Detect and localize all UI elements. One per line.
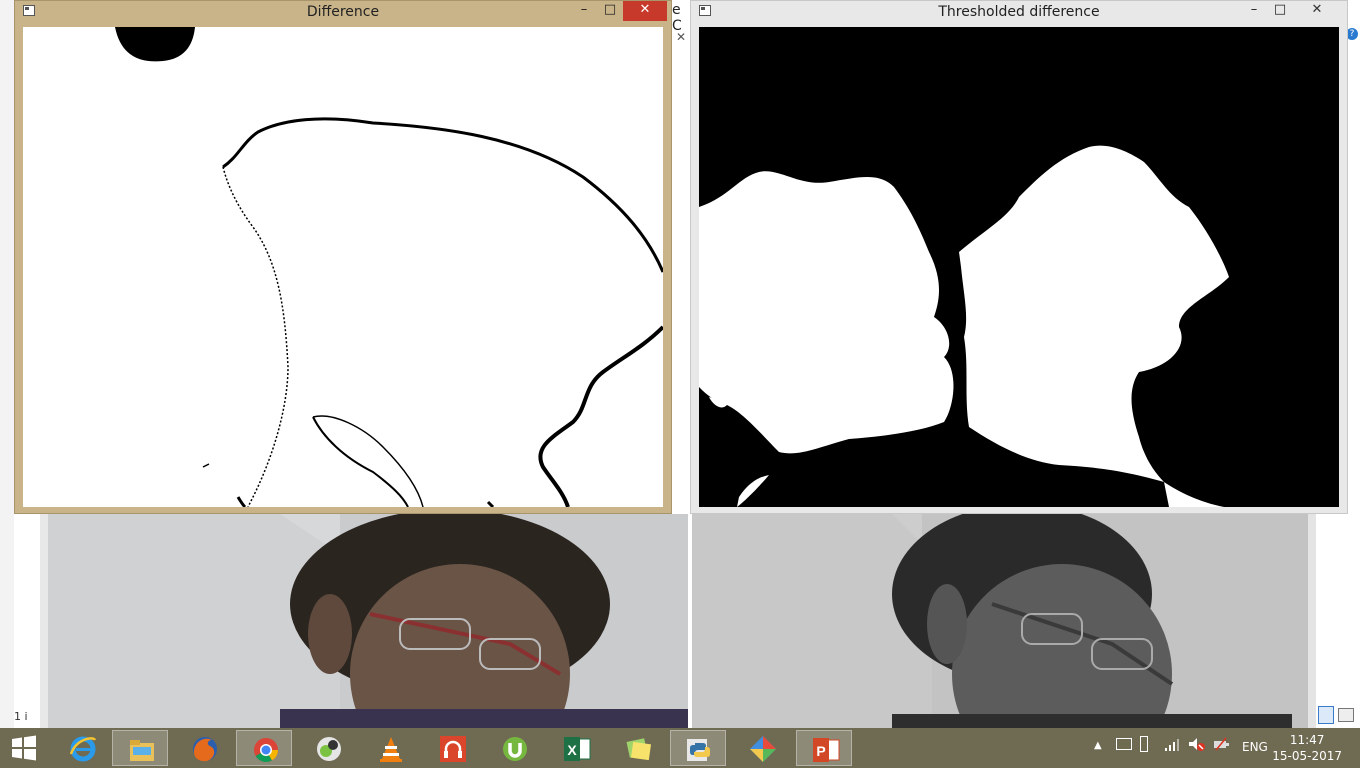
python-icon (687, 739, 710, 761)
thresholded-titlebar[interactable]: Thresholded difference – □ ✕ (691, 1, 1347, 23)
view-icon[interactable] (1318, 706, 1334, 724)
taskbar-media[interactable] (300, 730, 356, 766)
close-button[interactable]: ✕ (1295, 1, 1339, 21)
excel-icon: X (564, 737, 591, 761)
clock-time: 11:47 (1289, 733, 1325, 747)
svg-text:P: P (816, 743, 825, 759)
window-app-icon (699, 5, 711, 16)
notes-icon (626, 738, 652, 761)
taskbar-python[interactable] (670, 730, 726, 766)
taskbar-diamond-app[interactable] (734, 730, 790, 766)
windows-logo-icon (12, 735, 36, 761)
taskbar-chrome[interactable] (236, 730, 292, 766)
taskbar: X P ▲ ENG 11:47 15-05-2017 (0, 728, 1360, 768)
taskbar-vlc[interactable] (362, 730, 418, 766)
network-icon[interactable] (1164, 736, 1180, 755)
show-hidden-icons-icon[interactable]: ▲ (1094, 740, 1102, 751)
taskbar-music[interactable] (424, 730, 480, 766)
taskbar-powerpoint[interactable]: P (796, 730, 852, 766)
difference-title: Difference (306, 4, 380, 20)
power-plug-icon[interactable] (1212, 736, 1230, 755)
vlc-icon (380, 737, 402, 762)
language-indicator[interactable]: ENG (1242, 740, 1268, 754)
ie-icon (69, 736, 97, 762)
taskbar-ie[interactable] (54, 730, 110, 766)
action-center-icon[interactable] (1116, 738, 1132, 750)
chrome-icon (254, 738, 278, 763)
taskbar-utorrent[interactable] (486, 730, 542, 766)
minimize-button[interactable]: – (571, 1, 597, 21)
start-button[interactable] (0, 730, 48, 766)
firefox-icon (193, 737, 217, 762)
view-icon-2[interactable] (1338, 708, 1354, 722)
taskbar-firefox[interactable] (176, 730, 232, 766)
camera-frame-right (692, 514, 1316, 730)
folder-icon (130, 740, 154, 761)
background-partial-text-bottom: 1 i (14, 710, 28, 723)
media-icon (317, 737, 341, 761)
difference-titlebar[interactable]: Difference – □ ✕ (15, 1, 671, 23)
close-button[interactable]: ✕ (623, 1, 667, 21)
svg-text:X: X (567, 742, 577, 758)
taskbar-file-explorer[interactable] (112, 730, 168, 766)
difference-window[interactable]: Difference – □ ✕ (14, 0, 672, 514)
clock-date: 15-05-2017 (1272, 749, 1342, 763)
window-app-icon (23, 5, 35, 16)
clock[interactable]: 11:47 15-05-2017 (1272, 732, 1342, 764)
maximize-button[interactable]: □ (1267, 1, 1293, 21)
background-window-strip (0, 0, 14, 728)
volume-muted-icon[interactable] (1188, 736, 1206, 755)
minimize-button[interactable]: – (1241, 1, 1267, 21)
difference-image (23, 27, 663, 507)
powerpoint-icon: P (813, 738, 840, 762)
camera-frame-left (40, 514, 688, 730)
maximize-button[interactable]: □ (597, 1, 623, 21)
thresholded-title: Thresholded difference (938, 4, 1100, 20)
taskbar-notes[interactable] (610, 730, 666, 766)
background-close-icon[interactable]: ✕ (676, 30, 686, 44)
utorrent-icon (503, 737, 527, 761)
diamond-icon (750, 736, 776, 762)
taskbar-excel[interactable]: X (548, 730, 604, 766)
thresholded-window[interactable]: Thresholded difference – □ ✕ (690, 0, 1348, 514)
battery-icon[interactable] (1140, 736, 1148, 752)
headphones-icon (440, 736, 466, 762)
thresholded-image (699, 27, 1339, 507)
